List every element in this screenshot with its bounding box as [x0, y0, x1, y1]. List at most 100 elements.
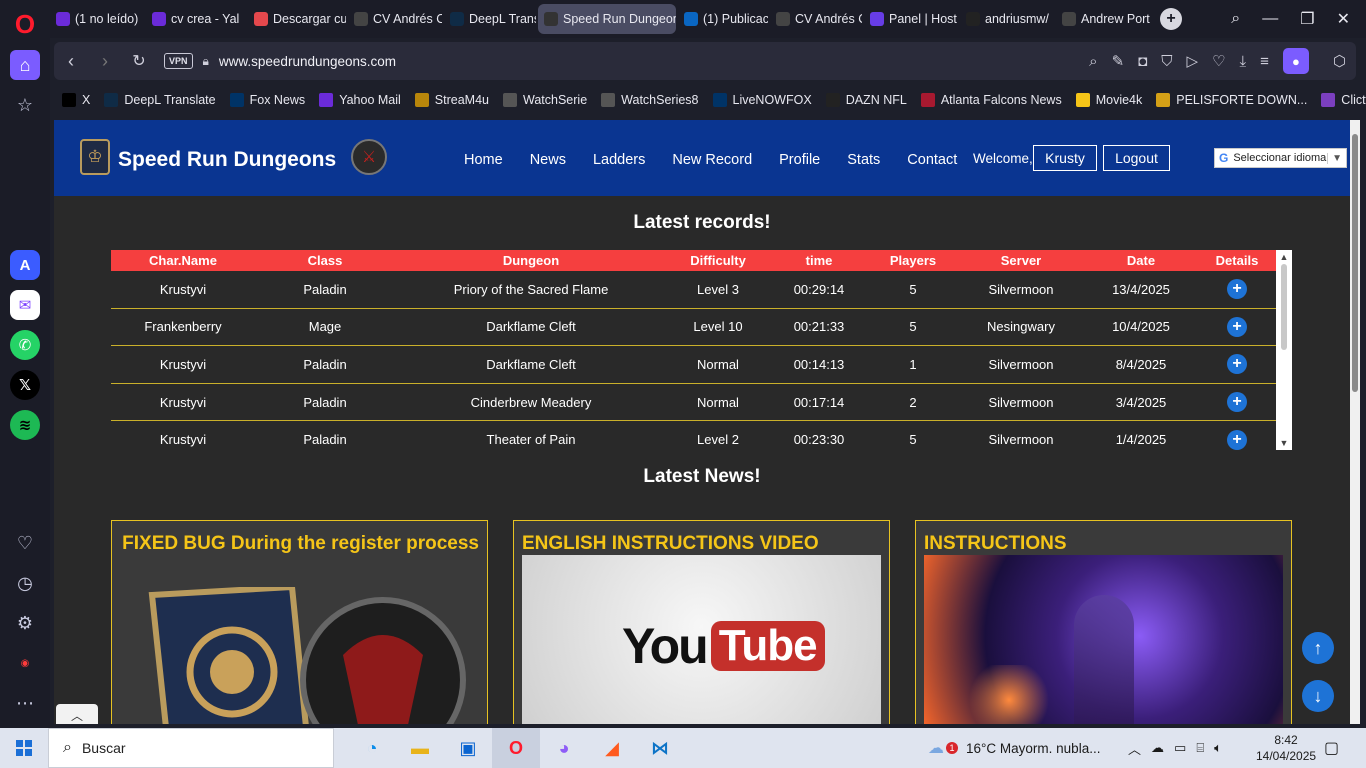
close-icon[interactable]: ✕: [1337, 9, 1350, 29]
opera-taskbar-icon[interactable]: O: [492, 728, 540, 768]
edit-icon[interactable]: ✎: [1112, 52, 1125, 70]
camera-icon[interactable]: ◘: [1138, 53, 1147, 70]
column-header[interactable]: Details: [1197, 250, 1277, 271]
vpn-badge[interactable]: VPN: [164, 53, 193, 69]
volume-icon[interactable]: 🔈︎: [1214, 740, 1222, 756]
meet-icon[interactable]: ▭: [1174, 740, 1186, 756]
plus-circle-icon[interactable]: +: [1227, 279, 1247, 300]
heart-icon[interactable]: ♡: [10, 528, 40, 558]
bookmark-item[interactable]: DeepL Translate: [104, 93, 216, 107]
bookmark-item[interactable]: WatchSerie: [503, 93, 587, 107]
chevron-up-icon[interactable]: ︿: [1128, 739, 1141, 758]
column-header[interactable]: Difficulty: [667, 250, 769, 271]
plus-circle-icon[interactable]: +: [1227, 354, 1247, 375]
language-select[interactable]: G Seleccionar idioma ▼: [1214, 148, 1347, 168]
outlook-icon[interactable]: ▣: [444, 728, 492, 768]
plus-circle-icon[interactable]: +: [1227, 316, 1247, 337]
lock-icon[interactable]: 🔒︎: [203, 54, 209, 69]
table-scroll-thumb[interactable]: [1281, 264, 1287, 350]
bookmark-item[interactable]: PELISFORTE DOWN...: [1156, 93, 1307, 107]
reload-icon[interactable]: ↻: [122, 51, 156, 71]
notifications-icon[interactable]: ▢: [1324, 738, 1339, 758]
search-tabs-icon[interactable]: ⌕: [1231, 10, 1240, 28]
browser-tab[interactable]: DeepL Trans: [444, 4, 536, 34]
news-card-title[interactable]: ENGLISH INSTRUCTIONS VIDEO: [514, 521, 889, 557]
bookmark-item[interactable]: Fox News: [229, 93, 305, 107]
chevron-up-icon[interactable]: ︿: [56, 704, 98, 724]
browser-tab[interactable]: andriusmw/: [960, 4, 1054, 34]
bookmark-item[interactable]: X: [62, 93, 90, 107]
scroll-down-icon[interactable]: ▼: [1276, 438, 1292, 448]
browser-tab[interactable]: cv crea - Yal: [146, 4, 246, 34]
nav-link-ladders[interactable]: Ladders: [593, 152, 645, 168]
nav-link-new-record[interactable]: New Record: [672, 152, 752, 168]
plus-circle-icon[interactable]: +: [1227, 392, 1247, 413]
nav-link-news[interactable]: News: [530, 152, 566, 168]
bookmark-item[interactable]: Yahoo Mail: [319, 93, 401, 107]
bookmark-item[interactable]: Atlanta Falcons News: [920, 93, 1062, 107]
browser-tab[interactable]: (1) Publicaci: [678, 4, 768, 34]
whatsapp-icon[interactable]: ✆: [10, 330, 40, 360]
ublock-icon[interactable]: ◉: [10, 648, 40, 678]
clock[interactable]: 8:42 14/04/2025: [1256, 732, 1316, 764]
column-header[interactable]: Char.Name: [111, 250, 255, 271]
more-icon[interactable]: ⋯: [10, 688, 40, 718]
menu-icon[interactable]: ≡: [1260, 53, 1269, 70]
shield-icon[interactable]: ⛉: [1161, 53, 1172, 70]
scroll-up-icon[interactable]: ▲: [1276, 252, 1292, 262]
vscode-icon[interactable]: ⋈: [636, 728, 684, 768]
history-icon[interactable]: ◷: [10, 568, 40, 598]
browser-tab[interactable]: Andrew Port: [1056, 4, 1152, 34]
edge-icon[interactable]: ◔: [348, 728, 396, 768]
app-orange-icon[interactable]: ◢: [588, 728, 636, 768]
column-header[interactable]: time: [769, 250, 869, 271]
page-scroll-thumb[interactable]: [1352, 134, 1358, 392]
restore-icon[interactable]: ❐: [1300, 9, 1314, 29]
profile-icon[interactable]: ●: [1282, 48, 1309, 74]
settings-icon[interactable]: ⚙: [10, 608, 40, 638]
heart-icon[interactable]: ♡: [1212, 52, 1225, 70]
plus-circle-icon[interactable]: +: [1227, 429, 1247, 450]
download-icon[interactable]: ⤓: [1239, 53, 1246, 70]
home-icon[interactable]: ⌂: [10, 50, 40, 80]
opera-logo-icon[interactable]: O: [9, 8, 41, 40]
taskbar-search[interactable]: ⌕ Buscar: [48, 728, 334, 768]
lens-icon[interactable]: ⌕: [1089, 53, 1097, 70]
browser-tab[interactable]: CV Andrés C: [348, 4, 442, 34]
bookmark-item[interactable]: Movie4k: [1075, 93, 1142, 107]
bookmark-item[interactable]: DAZN NFL: [825, 93, 907, 107]
news-card[interactable]: ENGLISH INSTRUCTIONS VIDEO You Tube: [513, 520, 890, 724]
bookmark-item[interactable]: Clictv: [1321, 93, 1366, 107]
column-header[interactable]: Players: [869, 250, 957, 271]
network-icon[interactable]: ⌸: [1196, 740, 1204, 756]
browser-tab[interactable]: (1 no leído): [50, 4, 144, 34]
page-scrollbar[interactable]: [1350, 120, 1360, 724]
bookmark-item[interactable]: WatchSeries8: [601, 93, 699, 107]
messenger-icon[interactable]: ✉: [10, 290, 40, 320]
browser-tab[interactable]: CV Andrés C: [770, 4, 862, 34]
column-header[interactable]: Server: [957, 250, 1085, 271]
new-tab-icon[interactable]: +: [1160, 8, 1182, 30]
onedrive-icon[interactable]: ☁: [1151, 740, 1164, 756]
nav-link-home[interactable]: Home: [464, 152, 503, 168]
nav-link-contact[interactable]: Contact: [907, 152, 957, 168]
nav-link-profile[interactable]: Profile: [779, 152, 820, 168]
minimize-icon[interactable]: —: [1262, 10, 1278, 28]
news-card-title[interactable]: FIXED BUG During the register process: [112, 521, 487, 557]
windows-start-icon[interactable]: [0, 739, 48, 757]
nav-link-stats[interactable]: Stats: [847, 152, 880, 168]
extensions-icon[interactable]: ⬡: [1333, 52, 1346, 70]
browser-tab[interactable]: Panel | Host: [864, 4, 958, 34]
spotify-icon[interactable]: ≋: [10, 410, 40, 440]
file-explorer-icon[interactable]: ▬: [396, 728, 444, 768]
aria-icon[interactable]: A: [10, 250, 40, 280]
user-button[interactable]: Krusty: [1033, 145, 1097, 171]
table-scrollbar[interactable]: ▲ ▼: [1276, 250, 1292, 450]
news-card-title[interactable]: INSTRUCTIONS: [916, 521, 1291, 557]
back-icon[interactable]: ‹: [54, 51, 88, 72]
column-header[interactable]: Date: [1085, 250, 1197, 271]
weather-widget[interactable]: ☁ 1 16°C Mayorm. nubla...: [928, 728, 1100, 768]
browser-tab[interactable]: Speed Run Dungeon: [538, 4, 676, 34]
url-field[interactable]: www.speedrundungeons.com: [219, 54, 396, 69]
discord-icon[interactable]: ◕: [540, 728, 588, 768]
